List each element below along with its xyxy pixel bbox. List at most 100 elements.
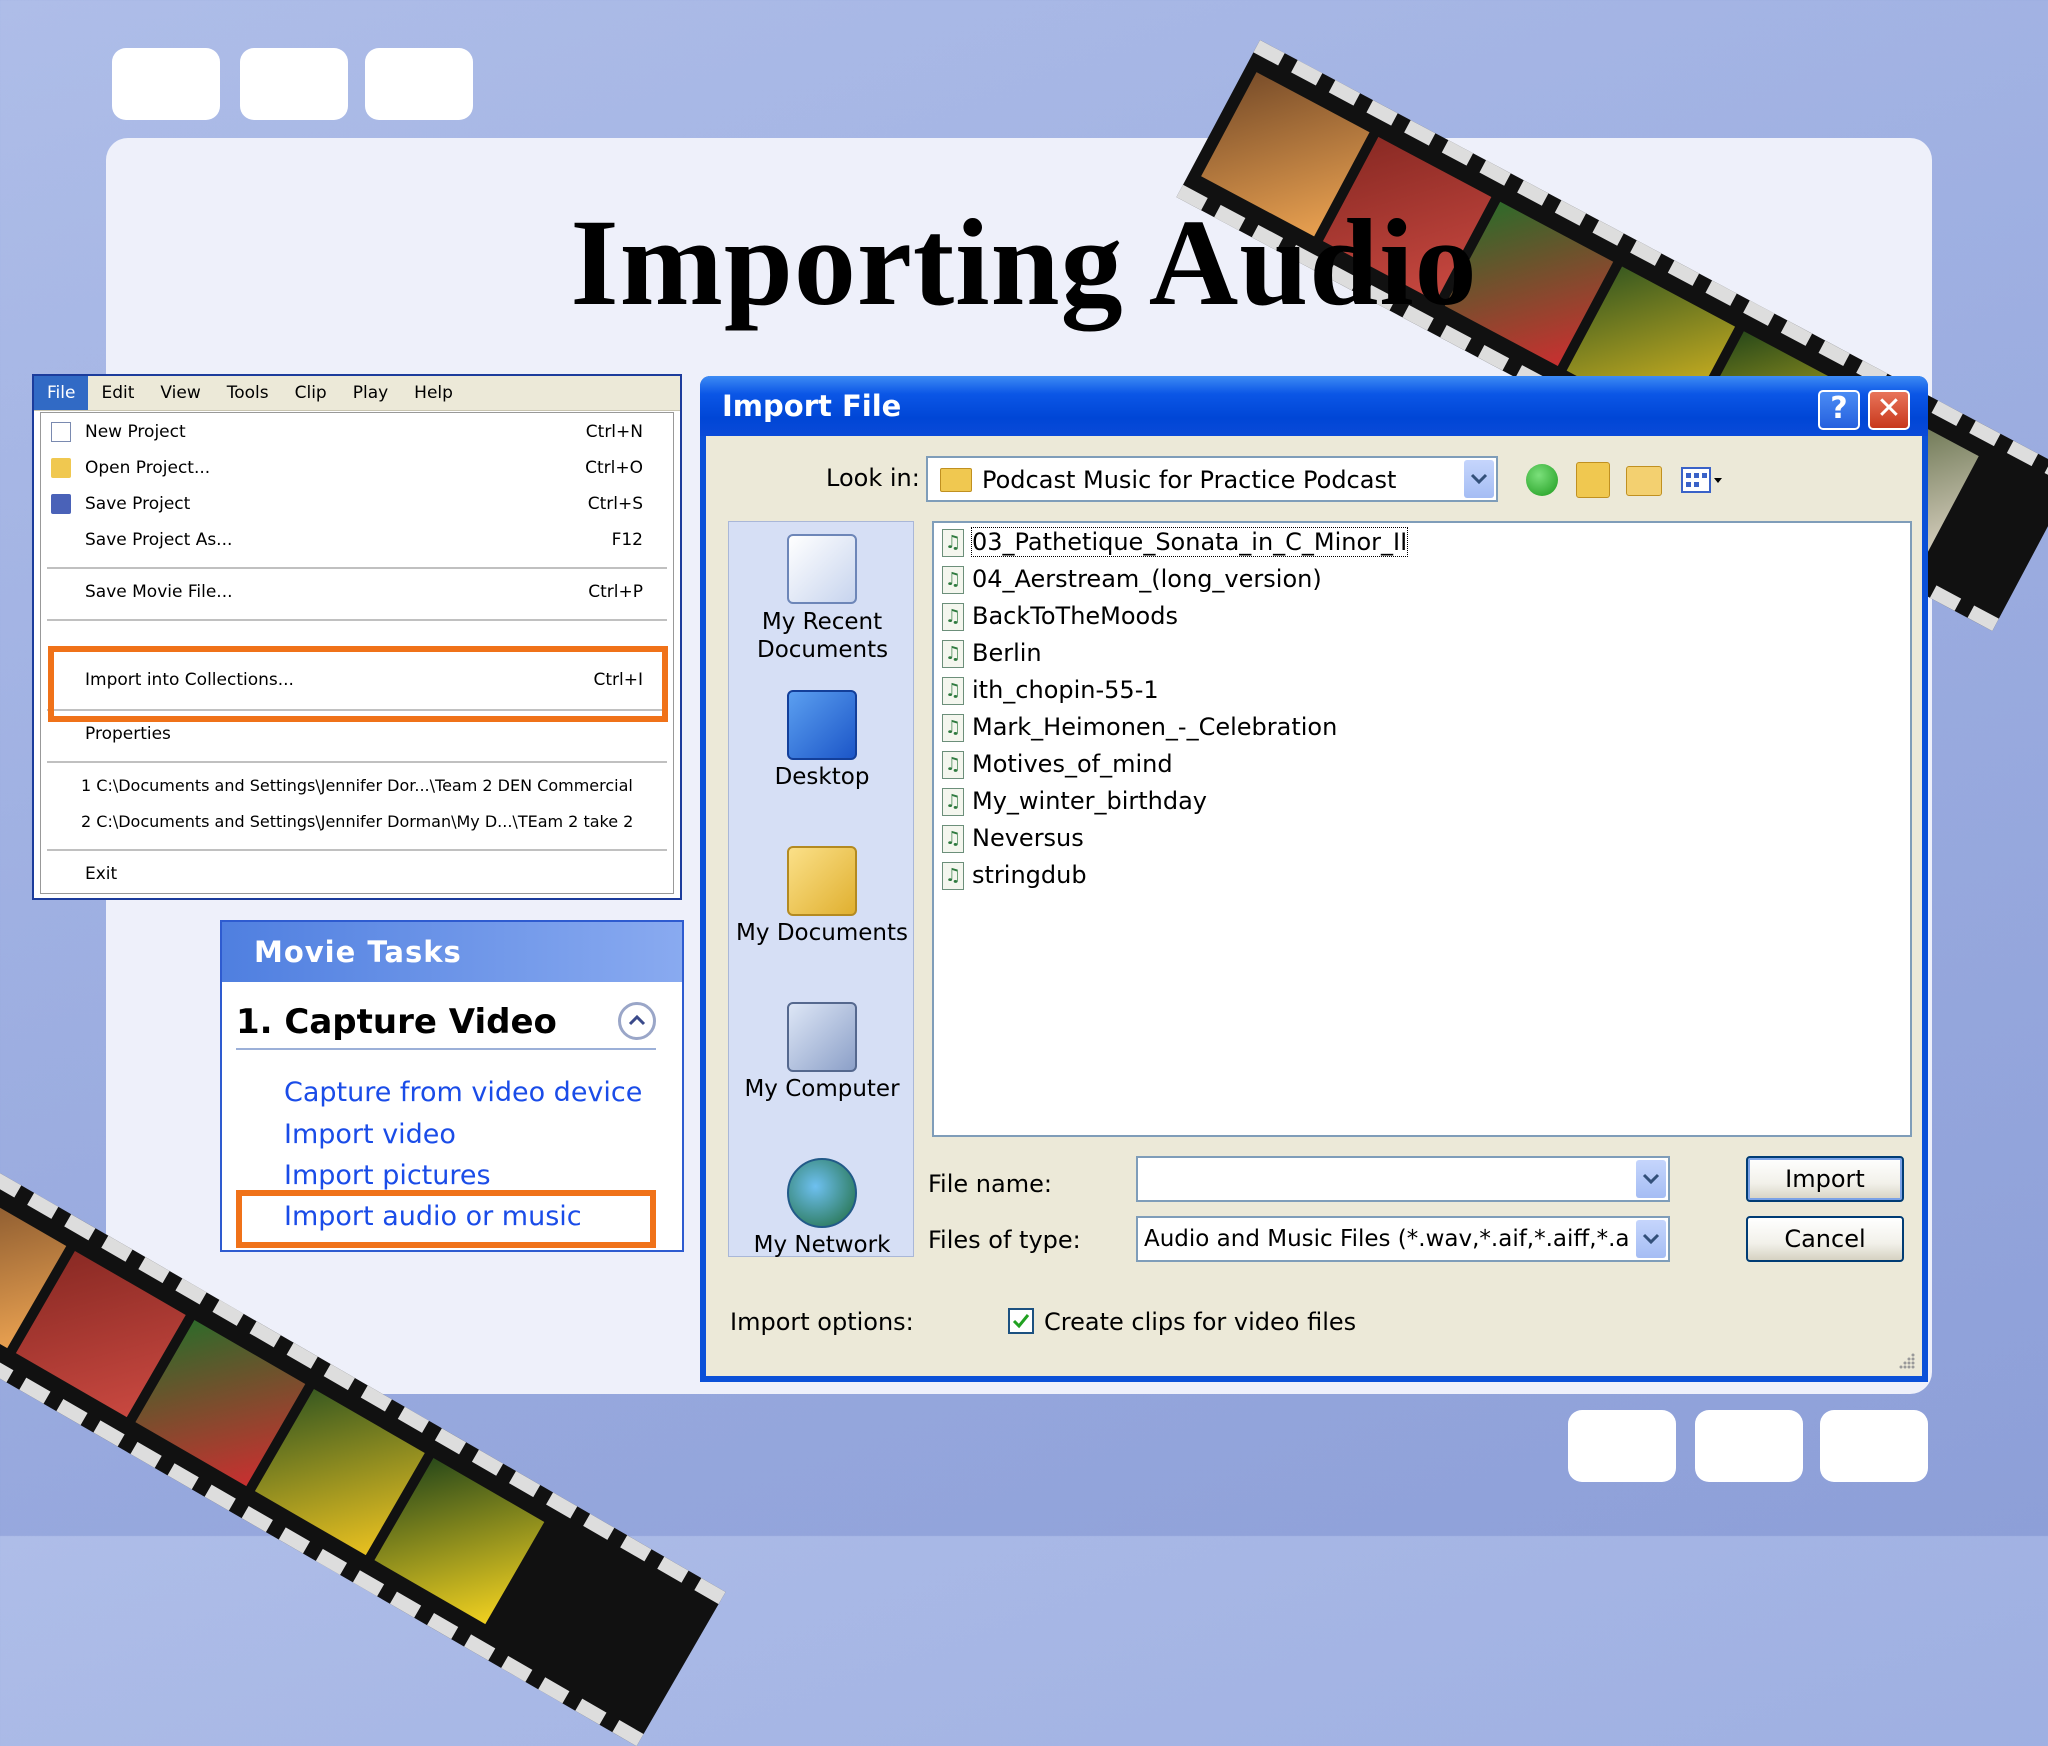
- audio-file-icon: [942, 822, 964, 856]
- audio-file-icon: [942, 563, 964, 597]
- file-menu-window: File Edit View Tools Clip Play Help New …: [32, 374, 682, 900]
- menu-item-recent-2[interactable]: 2 C:\Documents and Settings\Jennifer Dor…: [41, 807, 673, 837]
- menu-item-recent-1[interactable]: 1 C:\Documents and Settings\Jennifer Dor…: [41, 771, 673, 801]
- dialog-title-bar: Import File ? ✕: [700, 376, 1928, 436]
- close-icon: ✕: [1876, 391, 1902, 426]
- menu-bar: File Edit View Tools Clip Play Help: [34, 376, 680, 411]
- chevron-down-icon[interactable]: [1464, 460, 1494, 498]
- audio-file-icon: [942, 600, 964, 634]
- audio-file-icon: [942, 637, 964, 671]
- menu-play[interactable]: Play: [340, 376, 401, 410]
- section-divider: [236, 1048, 656, 1050]
- places-bar: My Recent Documents Desktop My Documents…: [728, 521, 915, 1258]
- audio-file-icon: [942, 711, 964, 745]
- files-of-type-label: Files of type:: [928, 1226, 1081, 1254]
- file-item[interactable]: Berlin: [942, 636, 1042, 671]
- menu-separator: [47, 567, 667, 569]
- dialog-title: Import File: [722, 389, 902, 423]
- desktop-icon: [787, 690, 857, 760]
- my-computer-icon: [787, 1002, 857, 1072]
- help-button[interactable]: ?: [1818, 390, 1860, 430]
- chevron-down-icon[interactable]: [1636, 1220, 1666, 1258]
- back-arrow-icon[interactable]: [1526, 464, 1558, 496]
- link-capture-from-video-device[interactable]: Capture from video device: [284, 1077, 642, 1108]
- slide-nav-tab-5[interactable]: [1695, 1410, 1803, 1482]
- file-name-input[interactable]: [1136, 1156, 1670, 1202]
- menu-separator: [47, 761, 667, 763]
- up-folder-icon[interactable]: [1576, 462, 1610, 498]
- menu-item-new-project[interactable]: New Project Ctrl+N: [41, 417, 673, 447]
- place-my-computer[interactable]: My Computer: [729, 1002, 915, 1102]
- slide-title: Importing Audio: [570, 194, 1478, 331]
- menu-item-open-project[interactable]: Open Project... Ctrl+O: [41, 453, 673, 483]
- file-item[interactable]: 04_Aerstream_(long_version): [942, 562, 1322, 597]
- menu-edit[interactable]: Edit: [88, 376, 147, 410]
- audio-file-icon: [942, 674, 964, 708]
- capture-video-section-title: 1. Capture Video: [236, 1002, 557, 1042]
- resize-grip-icon[interactable]: [1896, 1350, 1916, 1370]
- slide-nav-tab-4[interactable]: [1568, 1410, 1676, 1482]
- menu-tools[interactable]: Tools: [214, 376, 282, 410]
- save-disk-icon: [51, 494, 71, 514]
- menu-item-save-movie-file[interactable]: Save Movie File... Ctrl+P: [41, 577, 673, 607]
- look-in-value: Podcast Music for Practice Podcast: [982, 466, 1397, 494]
- chevron-down-icon[interactable]: [1636, 1160, 1666, 1198]
- new-project-icon: [51, 422, 71, 442]
- menu-item-save-project-as[interactable]: Save Project As... F12: [41, 525, 673, 555]
- link-import-video[interactable]: Import video: [284, 1119, 456, 1150]
- import-file-dialog: Import File ? ✕ Look in: Podcast Music f…: [700, 376, 1928, 1382]
- new-folder-icon[interactable]: [1626, 466, 1662, 496]
- import-options-label: Import options:: [730, 1308, 914, 1336]
- collapse-chevron-icon[interactable]: [618, 1002, 656, 1040]
- create-clips-label: Create clips for video files: [1044, 1308, 1357, 1336]
- menu-help[interactable]: Help: [401, 376, 466, 410]
- file-item[interactable]: 03_Pathetique_Sonata_in_C_Minor_II: [942, 525, 1409, 560]
- place-desktop[interactable]: Desktop: [729, 690, 915, 790]
- files-of-type-dropdown[interactable]: Audio and Music Files (*.wav,*.aif,*.aif…: [1136, 1216, 1670, 1262]
- help-icon: ?: [1830, 391, 1848, 426]
- file-item[interactable]: Mark_Heimonen_-_Celebration: [942, 710, 1337, 745]
- import-audio-highlight: [236, 1190, 656, 1248]
- file-item[interactable]: ith_chopin-55-1: [942, 673, 1159, 708]
- cancel-button[interactable]: Cancel: [1746, 1216, 1904, 1262]
- create-clips-checkbox[interactable]: [1008, 1308, 1034, 1334]
- file-item[interactable]: My_winter_birthday: [942, 784, 1207, 819]
- my-documents-icon: [787, 846, 857, 916]
- place-my-recent-documents[interactable]: My Recent Documents: [729, 534, 915, 664]
- movie-tasks-header: Movie Tasks: [222, 922, 682, 982]
- audio-file-icon: [942, 785, 964, 819]
- my-network-icon: [787, 1158, 857, 1228]
- file-list: 03_Pathetique_Sonata_in_C_Minor_II 04_Ae…: [932, 521, 1912, 1137]
- file-item[interactable]: Neversus: [942, 821, 1084, 856]
- menu-item-save-project[interactable]: Save Project Ctrl+S: [41, 489, 673, 519]
- slide-nav-tab-3[interactable]: [365, 48, 473, 120]
- look-in-dropdown[interactable]: Podcast Music for Practice Podcast: [926, 456, 1498, 502]
- place-my-network[interactable]: My Network: [729, 1158, 915, 1258]
- menu-item-exit[interactable]: Exit: [41, 859, 673, 889]
- audio-file-icon: [942, 859, 964, 893]
- menu-file[interactable]: File: [34, 376, 89, 410]
- link-import-pictures[interactable]: Import pictures: [284, 1160, 491, 1191]
- import-button[interactable]: Import: [1746, 1156, 1904, 1202]
- audio-file-icon: [942, 748, 964, 782]
- import-collections-highlight: [48, 646, 668, 722]
- slide-nav-tab-6[interactable]: [1820, 1410, 1928, 1482]
- menu-separator: [47, 849, 667, 851]
- place-my-documents[interactable]: My Documents: [729, 846, 915, 946]
- menu-view[interactable]: View: [147, 376, 213, 410]
- views-menu-icon[interactable]: [1680, 464, 1726, 496]
- look-in-label: Look in:: [826, 464, 920, 492]
- menu-separator: [47, 619, 667, 621]
- file-item[interactable]: Motives_of_mind: [942, 747, 1173, 782]
- audio-file-icon: [942, 526, 964, 560]
- open-folder-icon: [51, 458, 71, 478]
- menu-item-properties[interactable]: Properties: [41, 719, 673, 749]
- file-item[interactable]: BackToTheMoods: [942, 599, 1178, 634]
- file-item[interactable]: stringdub: [942, 858, 1087, 893]
- checkmark-icon: [1012, 1314, 1030, 1329]
- menu-clip[interactable]: Clip: [282, 376, 340, 410]
- movie-tasks-pane: Movie Tasks 1. Capture Video Capture fro…: [220, 920, 684, 1252]
- slide-nav-tab-2[interactable]: [240, 48, 348, 120]
- slide-nav-tab-1[interactable]: [112, 48, 220, 120]
- close-button[interactable]: ✕: [1868, 390, 1910, 430]
